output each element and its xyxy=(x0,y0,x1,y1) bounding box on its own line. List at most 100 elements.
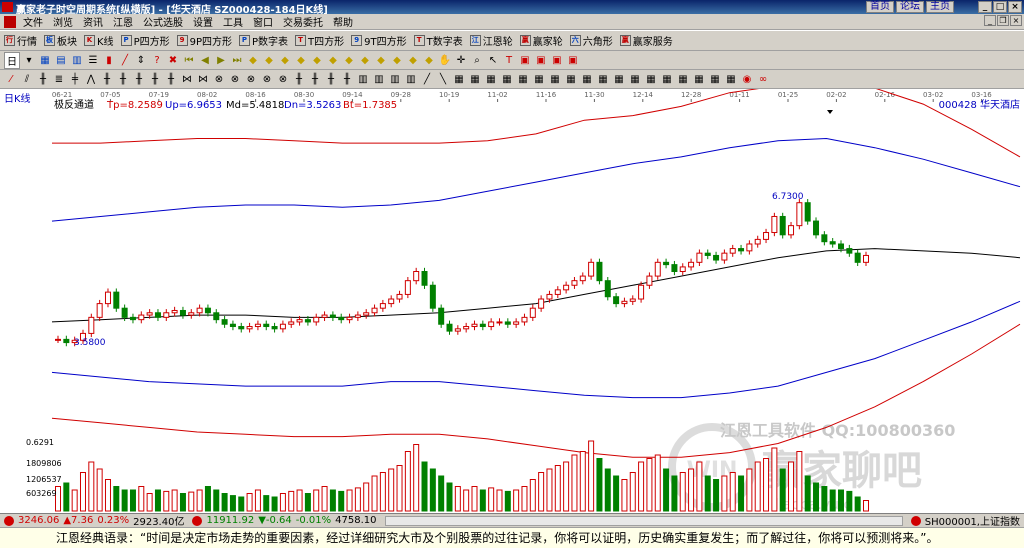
link-icon[interactable]: ∞ xyxy=(756,72,770,86)
period-grid-icon[interactable]: ▦ xyxy=(38,53,52,67)
hand-icon[interactable]: ✋ xyxy=(438,53,452,67)
tool-icon-9[interactable]: ╫ xyxy=(132,72,146,86)
toolbar-button-4[interactable]: 9 9P四方形 xyxy=(176,33,232,48)
tool-icon-20[interactable]: ╫ xyxy=(308,72,322,86)
text-icon[interactable]: T xyxy=(502,53,516,67)
bar-chart-icon[interactable]: ▮ xyxy=(102,53,116,67)
menu-settings[interactable]: 设置 xyxy=(188,14,218,29)
tool-icon-16[interactable]: ⊗ xyxy=(244,72,258,86)
shape-icon-1[interactable]: ▣ xyxy=(518,53,532,67)
toolbar-button-5[interactable]: P P数字表 xyxy=(239,33,288,48)
tool-icon-29[interactable]: ▦ xyxy=(452,72,466,86)
tool-icon-46[interactable]: ▦ xyxy=(724,72,738,86)
line-chart-icon[interactable]: ╱ xyxy=(118,53,132,67)
diamond-icon-9[interactable]: ◆ xyxy=(374,53,388,67)
tool-icon-11[interactable]: ╫ xyxy=(164,72,178,86)
tool-icon-40[interactable]: ▦ xyxy=(628,72,642,86)
diamond-icon-5[interactable]: ◆ xyxy=(310,53,324,67)
diamond-icon-2[interactable]: ◆ xyxy=(262,53,276,67)
menu-tools[interactable]: 工具 xyxy=(218,14,248,29)
prev-icon[interactable]: ◀ xyxy=(198,53,212,67)
updown-icon[interactable]: ⇕ xyxy=(134,53,148,67)
menu-window[interactable]: 窗口 xyxy=(248,14,278,29)
calendar-icon[interactable]: ▤ xyxy=(54,53,68,67)
forum-link[interactable]: 论坛 xyxy=(896,1,924,13)
tool-icon-41[interactable]: ▦ xyxy=(644,72,658,86)
menu-help[interactable]: 帮助 xyxy=(328,14,358,29)
diamond-icon-1[interactable]: ◆ xyxy=(246,53,260,67)
cross-icon[interactable]: ✖ xyxy=(166,53,180,67)
tool-icon-31[interactable]: ▦ xyxy=(484,72,498,86)
tool-icon-21[interactable]: ╫ xyxy=(324,72,338,86)
list-icon[interactable]: ☰ xyxy=(86,53,100,67)
tool-icon-15[interactable]: ⊗ xyxy=(228,72,242,86)
sz-index-segment[interactable]: 11911.92 ▼-0.64 -0.01% 4758.10 xyxy=(188,515,380,526)
menu-formula-screening[interactable]: 公式选股 xyxy=(138,14,188,29)
next-icon[interactable]: ▶ xyxy=(214,53,228,67)
tool-icon-22[interactable]: ╫ xyxy=(340,72,354,86)
mdi-restore-button[interactable]: ❐ xyxy=(997,15,1009,26)
tool-icon-26[interactable]: ▥ xyxy=(404,72,418,86)
toolbar-button-6[interactable]: T T四方形 xyxy=(295,33,344,48)
tool-icon-7[interactable]: ╫ xyxy=(100,72,114,86)
tool-icon-14[interactable]: ⊗ xyxy=(212,72,226,86)
menu-news[interactable]: 资讯 xyxy=(78,14,108,29)
mdi-close-button[interactable]: × xyxy=(1010,15,1022,26)
diamond-icon-6[interactable]: ◆ xyxy=(326,53,340,67)
tool-icon-19[interactable]: ╫ xyxy=(292,72,306,86)
toolbar-button-7[interactable]: 9 9T四方形 xyxy=(351,33,407,48)
tool-icon-36[interactable]: ▦ xyxy=(564,72,578,86)
tool-icon-39[interactable]: ▦ xyxy=(612,72,626,86)
tool-icon-43[interactable]: ▦ xyxy=(676,72,690,86)
tool-icon-28[interactable]: ╲ xyxy=(436,72,450,86)
tool-icon-18[interactable]: ⊗ xyxy=(276,72,290,86)
draw-line-icon[interactable]: ⁄ xyxy=(4,72,18,86)
chart-area[interactable]: 06-21 07-05 07-19 08-02 08-16 08-30 09-14 09-28… xyxy=(0,82,1024,513)
period-selector[interactable]: 日 xyxy=(4,51,20,69)
status-scrollbar[interactable] xyxy=(384,515,903,526)
kline-chart[interactable]: 06-21 07-05 07-19 08-02 08-16 08-30 09-14 09-28… xyxy=(0,82,1024,513)
dropdown-icon[interactable]: ▾ xyxy=(22,53,36,67)
toolbar-button-10[interactable]: 赢赢家轮 xyxy=(519,33,563,48)
shape-icon-3[interactable]: ▣ xyxy=(550,53,564,67)
sh-index-segment[interactable]: 3246.06 ▲7.36 0.23% 2923.40亿 xyxy=(0,513,188,528)
help-icon[interactable]: ? xyxy=(150,53,164,67)
parallel-icon[interactable]: ⫽ xyxy=(20,72,34,86)
diamond-icon-4[interactable]: ◆ xyxy=(294,53,308,67)
diamond-icon-11[interactable]: ◆ xyxy=(406,53,420,67)
toolbar-button-8[interactable]: T T数字表 xyxy=(413,33,463,48)
tool-icon-35[interactable]: ▦ xyxy=(548,72,562,86)
toolbar-button-2[interactable]: K K线 xyxy=(84,33,114,48)
minimize-button[interactable]: _ xyxy=(978,1,992,13)
tool-icon-13[interactable]: ⋈ xyxy=(196,72,210,86)
menu-trading[interactable]: 交易委托 xyxy=(278,14,328,29)
tool-icon-17[interactable]: ⊗ xyxy=(260,72,274,86)
tool-icon-44[interactable]: ▦ xyxy=(692,72,706,86)
toolbar-button-0[interactable]: 行行情 xyxy=(4,33,37,48)
tool-icon-34[interactable]: ▦ xyxy=(532,72,546,86)
toolbar-button-3[interactable]: P P四方形 xyxy=(120,33,170,48)
diamond-icon-7[interactable]: ◆ xyxy=(342,53,356,67)
toolbar-button-11[interactable]: 六六角形 xyxy=(569,33,613,48)
current-index-segment[interactable]: SH000001,上证指数 xyxy=(907,513,1024,528)
homepage-link[interactable]: 主页 xyxy=(926,1,954,13)
tool-icon-37[interactable]: ▦ xyxy=(580,72,594,86)
fib-icon[interactable]: ≣ xyxy=(52,72,66,86)
tool-icon-42[interactable]: ▦ xyxy=(660,72,674,86)
crosshair-icon[interactable]: ✛ xyxy=(454,53,468,67)
tool-icon-10[interactable]: ╫ xyxy=(148,72,162,86)
toolbar-button-9[interactable]: 江江恩轮 xyxy=(469,33,513,48)
grid-tool-icon[interactable]: ╪ xyxy=(68,72,82,86)
compare-icon[interactable]: ▥ xyxy=(70,53,84,67)
toolbar-button-12[interactable]: 赢赢家服务 xyxy=(619,33,673,48)
diamond-icon-10[interactable]: ◆ xyxy=(390,53,404,67)
mdi-minimize-button[interactable]: _ xyxy=(984,15,996,26)
home-link[interactable]: 首页 xyxy=(866,1,894,13)
menu-gann[interactable]: 江恩 xyxy=(108,14,138,29)
shape-icon-2[interactable]: ▣ xyxy=(534,53,548,67)
tool-icon-33[interactable]: ▦ xyxy=(516,72,530,86)
last-icon[interactable]: ⏭ xyxy=(230,53,244,67)
menu-browse[interactable]: 浏览 xyxy=(48,14,78,29)
pointer-icon[interactable]: ↖ xyxy=(486,53,500,67)
tool-icon-24[interactable]: ▥ xyxy=(372,72,386,86)
